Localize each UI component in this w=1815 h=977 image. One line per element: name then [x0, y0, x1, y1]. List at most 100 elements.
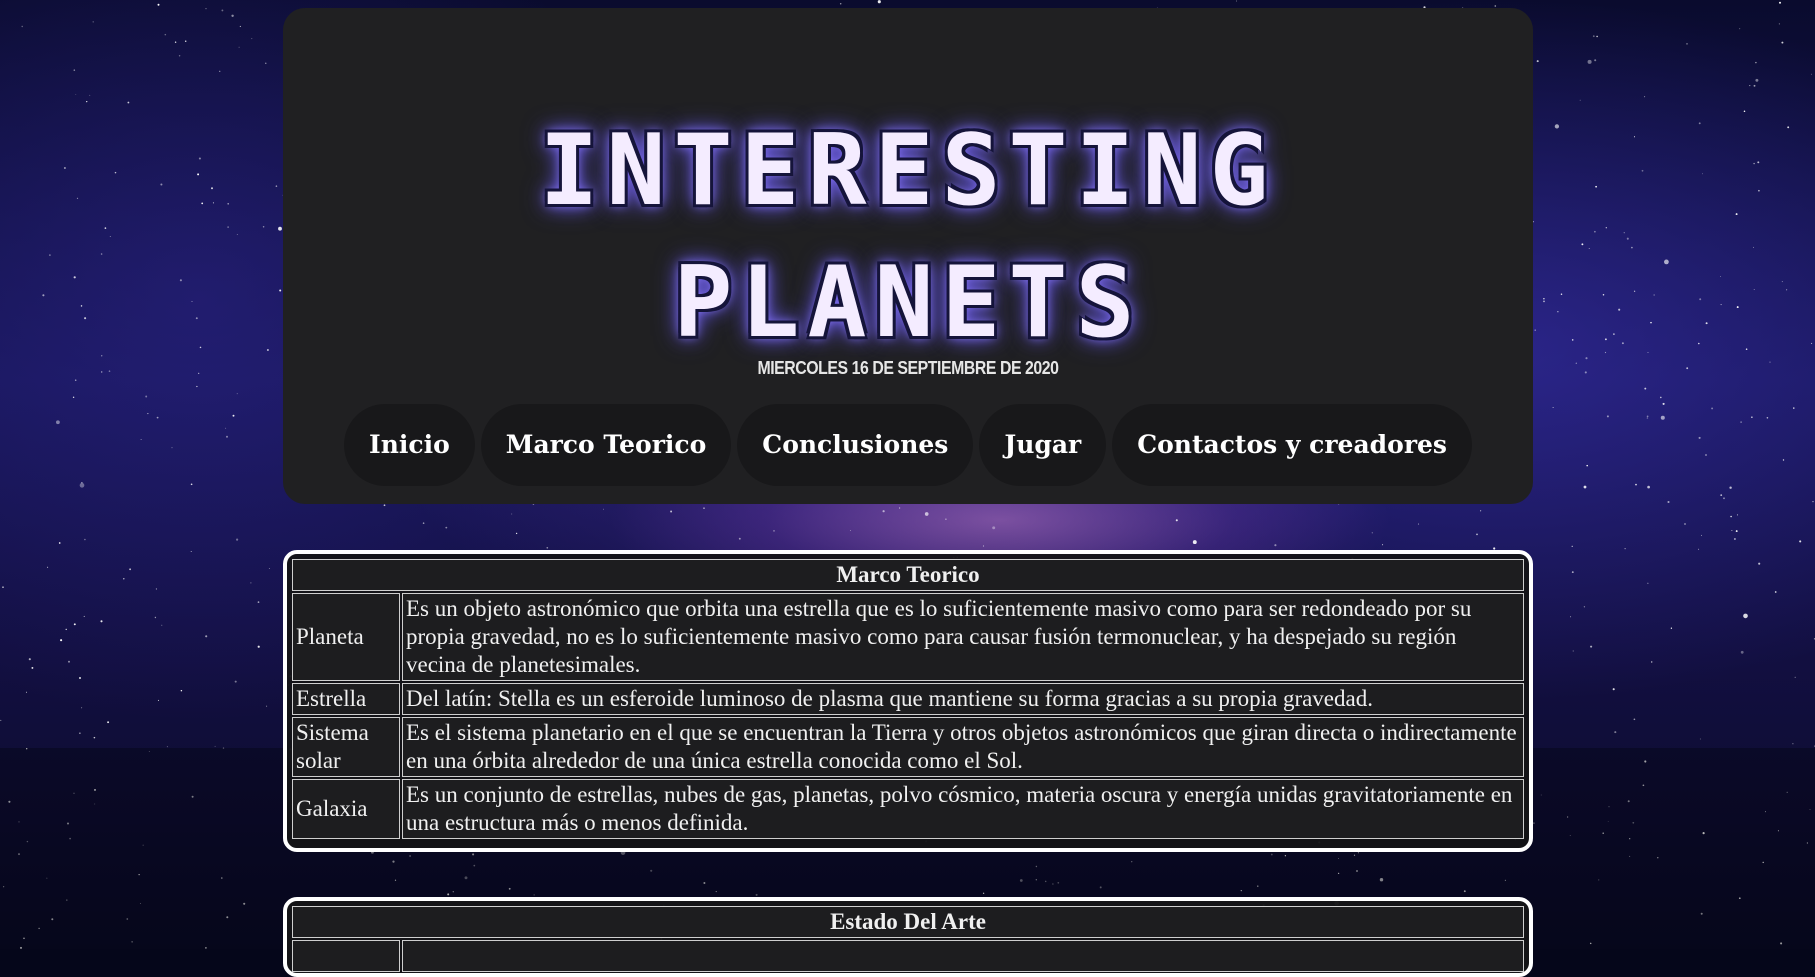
star — [1175, 519, 1178, 522]
star — [1753, 246, 1754, 248]
star — [236, 234, 238, 235]
nav-item-inicio[interactable]: Inicio — [344, 404, 475, 486]
star — [1236, 0, 1237, 2]
definition-cell — [402, 940, 1524, 972]
star — [164, 33, 167, 36]
star — [1781, 281, 1783, 283]
star — [101, 371, 103, 373]
star — [211, 187, 213, 190]
star — [107, 721, 110, 724]
nav-item-jugar[interactable]: Jugar — [979, 404, 1107, 486]
star — [1720, 275, 1722, 277]
star — [1534, 329, 1536, 331]
star — [1557, 311, 1559, 313]
star — [1604, 351, 1607, 354]
star — [1588, 247, 1590, 249]
nav-item-conclusiones[interactable]: Conclusiones — [737, 404, 974, 486]
table-title: Marco Teorico — [292, 559, 1524, 591]
star — [1476, 533, 1478, 536]
star — [1633, 136, 1636, 138]
estado-del-arte-card: Estado Del Arte — [283, 897, 1533, 977]
star — [266, 705, 268, 707]
star — [1701, 534, 1702, 536]
star — [1618, 308, 1621, 311]
star — [154, 616, 157, 619]
star — [1606, 415, 1609, 418]
star — [74, 379, 77, 381]
star — [108, 370, 111, 372]
star — [49, 254, 51, 256]
star — [157, 699, 159, 701]
nav-item-contactos[interactable]: Contactos y creadores — [1112, 404, 1472, 486]
star — [195, 317, 198, 320]
star — [1705, 454, 1707, 456]
star — [129, 568, 131, 571]
star — [1660, 415, 1665, 420]
star — [1736, 514, 1739, 516]
star — [1766, 417, 1769, 419]
star — [1662, 402, 1665, 405]
star — [515, 532, 518, 535]
star — [79, 482, 85, 488]
star — [992, 526, 996, 530]
star — [1571, 545, 1573, 547]
star — [84, 538, 86, 541]
star — [1720, 304, 1722, 306]
star — [1650, 661, 1653, 663]
star — [1664, 259, 1669, 265]
star — [161, 624, 163, 626]
star — [197, 173, 200, 176]
star — [236, 393, 238, 395]
star — [982, 545, 985, 547]
star — [1644, 387, 1647, 390]
star — [1583, 485, 1587, 489]
star — [1794, 676, 1796, 678]
star — [1543, 300, 1545, 303]
star — [1711, 407, 1714, 410]
star — [1552, 406, 1554, 408]
nav-item-marco-teorico[interactable]: Marco Teorico — [480, 404, 732, 486]
star — [236, 538, 239, 541]
star — [1646, 415, 1649, 418]
estado-del-arte-table: Estado Del Arte — [290, 904, 1526, 974]
table-row: Planeta Es un objeto astronómico que orb… — [292, 593, 1524, 681]
star — [603, 508, 604, 510]
star — [1543, 298, 1545, 300]
term-cell — [292, 940, 400, 972]
star — [1698, 436, 1701, 439]
star — [47, 566, 49, 568]
star — [155, 588, 157, 590]
star — [1698, 342, 1700, 345]
star — [68, 660, 70, 663]
star — [1811, 342, 1813, 344]
star — [157, 3, 160, 6]
star — [100, 253, 103, 255]
table-row: Estrella Del latín: Stella es un esferoi… — [292, 683, 1524, 715]
star — [1749, 85, 1751, 87]
star — [1614, 731, 1617, 734]
star — [178, 55, 181, 57]
star — [227, 203, 229, 205]
star — [1633, 718, 1636, 721]
star — [257, 601, 260, 603]
definition-cell: Es un objeto astronómico que orbita una … — [402, 593, 1524, 681]
star — [190, 551, 192, 553]
star — [1595, 185, 1597, 188]
star — [72, 396, 75, 398]
star — [1740, 650, 1744, 654]
star — [1812, 500, 1814, 503]
star — [1572, 650, 1574, 652]
star — [1792, 743, 1794, 745]
star — [109, 235, 111, 238]
star — [140, 438, 142, 440]
star — [1571, 571, 1574, 573]
star — [1743, 613, 1748, 619]
table-row: Galaxia Es un conjunto de estrellas, nub… — [292, 779, 1524, 839]
star — [1647, 582, 1649, 584]
star — [60, 639, 63, 642]
star — [1581, 243, 1584, 246]
star — [1659, 396, 1662, 399]
star — [219, 70, 221, 72]
star — [31, 666, 34, 669]
star — [1644, 96, 1646, 98]
